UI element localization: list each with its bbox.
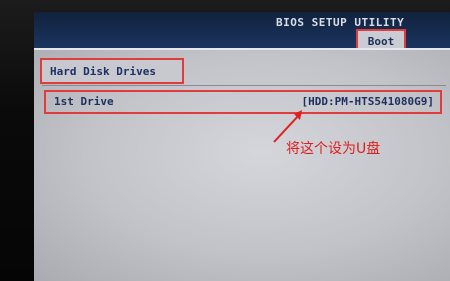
drive-label: 1st Drive (54, 95, 114, 108)
divider (42, 85, 446, 86)
screen-top-border (34, 48, 450, 50)
drive-row-1st[interactable]: 1st Drive [HDD:PM-HTS541080G9] (44, 90, 442, 114)
annotation-text: 将这个设为U盘 (286, 141, 381, 157)
bios-screen (34, 48, 450, 281)
bios-title: BIOS SETUP UTILITY (276, 16, 405, 29)
section-title: Hard Disk Drives (40, 58, 184, 84)
drive-value[interactable]: [HDD:PM-HTS541080G9] (302, 95, 434, 108)
